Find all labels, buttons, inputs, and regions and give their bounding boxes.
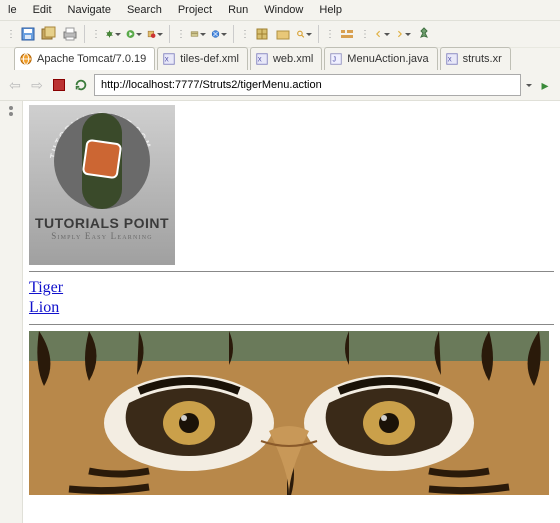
url-dropdown-icon[interactable] — [526, 84, 532, 87]
menu-file[interactable]: le — [0, 2, 25, 18]
save-icon[interactable] — [20, 26, 36, 42]
menubar: le Edit Navigate Search Project Run Wind… — [0, 0, 560, 21]
svg-text:X: X — [165, 57, 169, 64]
logo-title: TUTORIALS POINT — [35, 215, 169, 231]
separator — [233, 25, 234, 43]
menu-search[interactable]: Search — [119, 2, 170, 18]
new-server-icon[interactable] — [190, 26, 206, 42]
toolbar: ⋮ ⋮ ⋮ ⋮ ⋮ ⋮ — [0, 21, 560, 48]
xml-icon: X — [162, 52, 176, 66]
forward-icon[interactable] — [395, 26, 411, 42]
separator — [318, 25, 319, 43]
logo-block: TUTORIALSPOINT.COM TUTORIALS POINT Simpl… — [29, 105, 175, 265]
left-gutter — [0, 101, 23, 523]
new-package-icon[interactable] — [254, 26, 270, 42]
menu-links: Tiger Lion — [29, 278, 554, 318]
menu-run[interactable]: Run — [220, 2, 256, 18]
tab-web-xml[interactable]: X web.xml — [250, 47, 322, 70]
tab-menuaction[interactable]: J MenuAction.java — [324, 47, 437, 70]
grip-icon: ⋮ — [176, 29, 185, 40]
grip-icon: ⋮ — [360, 29, 369, 40]
divider — [29, 324, 554, 325]
tab-label: Apache Tomcat/7.0.19 — [37, 53, 146, 65]
search-icon[interactable] — [296, 26, 312, 42]
page-body: TUTORIALSPOINT.COM TUTORIALS POINT Simpl… — [23, 101, 560, 523]
menu-navigate[interactable]: Navigate — [60, 2, 119, 18]
tab-label: web.xml — [273, 53, 313, 65]
separator — [169, 25, 170, 43]
toggle-breadcrumb-icon[interactable] — [339, 26, 355, 42]
open-type-icon[interactable] — [211, 26, 227, 42]
xml-icon: X — [445, 52, 459, 66]
grip-icon: ⋮ — [6, 29, 15, 40]
logo-circle-icon — [54, 113, 150, 209]
tab-browser[interactable]: Apache Tomcat/7.0.19 — [14, 47, 155, 70]
pin-icon[interactable] — [416, 26, 432, 42]
menu-window[interactable]: Window — [256, 2, 311, 18]
tab-struts-xml[interactable]: X struts.xr — [440, 47, 511, 70]
separator — [84, 25, 85, 43]
tab-label: struts.xr — [463, 53, 502, 65]
menu-project[interactable]: Project — [170, 2, 220, 18]
grip-icon: ⋮ — [240, 29, 249, 40]
editor-tabs: Apache Tomcat/7.0.19 X tiles-def.xml X w… — [0, 48, 560, 70]
grip-icon: ⋮ — [325, 29, 334, 40]
new-class-icon[interactable] — [275, 26, 291, 42]
back-icon[interactable] — [374, 26, 390, 42]
tiger-image — [29, 331, 549, 495]
content-area: TUTORIALSPOINT.COM TUTORIALS POINT Simpl… — [0, 101, 560, 523]
menu-edit[interactable]: Edit — [25, 2, 60, 18]
tab-tiles-def[interactable]: X tiles-def.xml — [157, 47, 248, 70]
svg-text:X: X — [258, 57, 262, 64]
run-last-icon[interactable] — [147, 26, 163, 42]
save-all-icon[interactable] — [41, 26, 57, 42]
print-icon[interactable] — [62, 26, 78, 42]
tab-label: tiles-def.xml — [180, 53, 239, 65]
browser-back-icon[interactable]: ⇦ — [6, 76, 24, 94]
browser-forward-icon[interactable]: ⇨ — [28, 76, 46, 94]
globe-icon — [19, 52, 33, 66]
svg-text:J: J — [333, 57, 337, 64]
logo-subtitle: Simply Easy Learning — [51, 231, 153, 241]
grip-icon: ⋮ — [91, 29, 100, 40]
xml-icon: X — [255, 52, 269, 66]
browser-stop-icon[interactable] — [50, 76, 68, 94]
menu-help[interactable]: Help — [311, 2, 350, 18]
browser-toolbar: ⇦ ⇨ ▸ — [0, 70, 560, 101]
java-icon: J — [329, 52, 343, 66]
debug-icon[interactable] — [105, 26, 121, 42]
url-input[interactable] — [94, 74, 521, 96]
link-tiger[interactable]: Tiger — [29, 278, 554, 298]
browser-go-icon[interactable]: ▸ — [536, 76, 554, 94]
link-lion[interactable]: Lion — [29, 298, 554, 318]
browser-refresh-icon[interactable] — [72, 76, 90, 94]
tab-label: MenuAction.java — [347, 53, 428, 65]
svg-text:X: X — [447, 57, 451, 64]
divider — [29, 271, 554, 272]
run-icon[interactable] — [126, 26, 142, 42]
